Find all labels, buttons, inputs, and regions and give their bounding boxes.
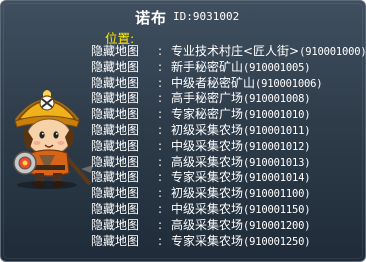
location-row: 隐藏地图: 中级采集农场(910001012): [91, 138, 365, 155]
location-name: 高级采集农场: [171, 217, 244, 232]
location-map-id: (910001200): [243, 219, 311, 232]
location-separator: :: [157, 75, 163, 90]
location-prefix: 隐藏地图: [91, 59, 140, 74]
location-name: 初级采集农场: [171, 122, 244, 137]
location-separator: :: [157, 170, 163, 185]
location-name: 高级采集农场: [171, 154, 244, 169]
location-row: 隐藏地图: 高手秘密广场(910001008): [91, 91, 365, 107]
location-map-id: (910001014): [243, 172, 311, 185]
location-prefix: 隐藏地图: [91, 122, 140, 137]
location-name: 中级者秘密矿山: [171, 75, 256, 90]
location-map-id: (910001250): [243, 235, 311, 248]
tooltip-header: 诺布 ID:9031002: [1, 7, 365, 27]
location-map-id: (910001012): [243, 140, 311, 153]
location-name: 专家采集农场: [171, 170, 244, 185]
location-prefix: 隐藏地图: [91, 217, 140, 232]
location-row: 隐藏地图: 专家秘密广场(910001010): [91, 107, 365, 123]
location-separator: :: [157, 217, 163, 232]
location-row: 隐藏地图: 初级采集农场(910001011): [91, 122, 365, 139]
location-separator: :: [157, 59, 163, 74]
location-prefix: 隐藏地图: [91, 44, 140, 58]
location-separator: :: [157, 107, 163, 122]
location-separator: :: [157, 122, 163, 137]
location-row: 隐藏地图: 专家采集农场(910001250): [91, 233, 365, 250]
location-name: 新手秘密矿山: [171, 59, 244, 74]
location-map-id: (910001008): [243, 93, 311, 106]
location-row: 隐藏地图: 专家采集农场(910001014): [91, 170, 365, 186]
location-separator: :: [157, 201, 163, 216]
location-row: 隐藏地图: 专业技术村庄<匠人街>(910001000): [91, 44, 366, 60]
npc-name: 诺布: [135, 9, 168, 27]
location-separator: :: [157, 44, 163, 58]
location-map-id: (910001100): [243, 188, 311, 201]
location-prefix: 隐藏地图: [91, 201, 140, 216]
location-prefix: 隐藏地图: [91, 186, 140, 201]
location-prefix: 隐藏地图: [91, 170, 140, 185]
location-separator: :: [157, 138, 163, 153]
location-row: 隐藏地图: 中级采集农场(910001150): [91, 201, 365, 218]
location-name: 高手秘密广场: [171, 91, 244, 106]
location-name: 中级采集农场: [171, 201, 244, 216]
location-map-id: (910001010): [243, 109, 311, 122]
location-name: 初级采集农场: [171, 186, 244, 201]
location-prefix: 隐藏地图: [91, 91, 140, 106]
npc-portrait-icon: [3, 81, 95, 191]
location-map-id: (910001000): [299, 46, 366, 58]
location-map-id: (910001005): [243, 61, 311, 74]
location-map-id: (910001013): [243, 156, 311, 169]
location-prefix: 隐藏地图: [91, 75, 140, 90]
location-separator: :: [157, 233, 163, 248]
npc-id: ID:9031002: [173, 10, 240, 23]
location-row: 隐藏地图: 中级者秘密矿山(910001006): [91, 75, 365, 92]
npc-info-tooltip: 诺布 ID:9031002 位置: 隐藏地图: 专业技术村庄<匠人街>(910…: [0, 0, 366, 262]
location-name: 专家秘密广场: [171, 107, 244, 122]
location-separator: :: [157, 154, 163, 169]
location-map-id: (910001150): [243, 203, 311, 216]
location-prefix: 隐藏地图: [91, 233, 140, 248]
location-row: 隐藏地图: 初级采集农场(910001100): [91, 186, 365, 202]
location-row: 隐藏地图: 新手秘密矿山(910001005): [91, 59, 365, 76]
location-row: 隐藏地图: 高级采集农场(910001200): [91, 217, 365, 234]
location-prefix: 隐藏地图: [91, 138, 140, 153]
location-list: 隐藏地图: 专业技术村庄<匠人街>(910001000) 隐藏地图: 新手秘密矿山(…: [91, 44, 366, 250]
location-map-id: (910001006): [255, 77, 323, 90]
location-row: 隐藏地图: 高级采集农场(910001013): [91, 154, 365, 171]
location-map-id: (910001011): [243, 124, 311, 137]
location-name: 专家采集农场: [171, 233, 244, 248]
location-name: 中级采集农场: [171, 138, 244, 153]
location-separator: :: [157, 91, 163, 106]
location-prefix: 隐藏地图: [91, 154, 140, 169]
location-prefix: 隐藏地图: [91, 107, 140, 122]
location-name: 专业技术村庄<匠人街>: [171, 44, 300, 58]
location-separator: :: [157, 186, 163, 201]
